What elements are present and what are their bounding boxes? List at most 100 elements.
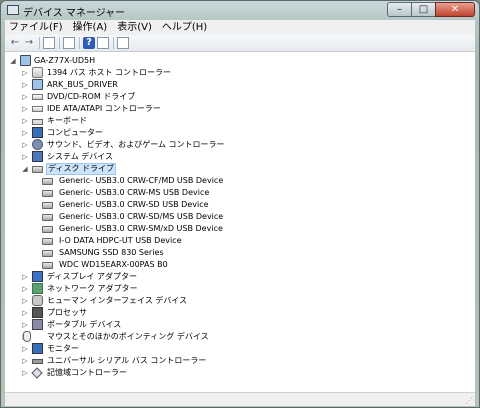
category-label: ヒューマン インターフェイス デバイス — [47, 296, 188, 305]
expand-arrow-icon[interactable]: ▷ — [21, 69, 29, 77]
device-label: WDC WD15EARX-00PAS B0 — [59, 260, 168, 269]
category-label: マウスとそのほかのポインティング デバイス — [47, 332, 209, 341]
expand-arrow-icon[interactable]: ▷ — [21, 273, 29, 281]
collapse-arrow-icon[interactable]: ◢ — [9, 57, 17, 65]
scan-hardware-changes-icon[interactable] — [117, 37, 129, 49]
category-label: プロセッサ — [47, 308, 87, 317]
category-label: サウンド、ビデオ、およびゲーム コントローラー — [47, 140, 225, 149]
computer-icon — [20, 55, 31, 66]
category-label: DVD/CD-ROM ドライブ — [47, 92, 136, 101]
usb-controller-icon — [32, 67, 43, 78]
expand-arrow-icon[interactable]: ▷ — [21, 141, 29, 149]
expand-arrow-icon[interactable]: ▷ — [21, 345, 29, 353]
help-icon[interactable]: ? — [83, 37, 95, 49]
expand-arrow-icon[interactable]: ▷ — [21, 117, 29, 125]
computer-icon — [32, 127, 43, 138]
menu-view[interactable]: 表示(V) — [113, 20, 156, 35]
toolbar: ← → ? — [5, 35, 475, 52]
toolbar-separator — [59, 37, 60, 49]
expand-arrow-icon[interactable]: ▷ — [21, 93, 29, 101]
display-adapter-icon — [32, 271, 43, 282]
expand-arrow-icon[interactable]: ▷ — [21, 129, 29, 137]
expand-arrow-icon[interactable]: ▷ — [21, 105, 29, 113]
network-adapter-icon — [32, 283, 43, 294]
usb-bus-icon — [32, 359, 43, 364]
toolbar-separator — [79, 37, 80, 49]
expand-arrow-icon[interactable]: ▷ — [21, 309, 29, 317]
device-label: Generic- USB3.0 CRW-SD USB Device — [59, 200, 209, 209]
category-label: キーボード — [47, 116, 87, 125]
back-arrow-icon[interactable]: ← — [9, 37, 21, 49]
category-label: モニター — [47, 344, 79, 353]
category-label: コンピューター — [47, 128, 103, 137]
device-label: SAMSUNG SSD 830 Series — [59, 248, 164, 257]
disk-drive-icon — [42, 238, 53, 245]
minimize-button[interactable]: – — [387, 2, 411, 17]
disk-drive-icon — [42, 250, 53, 257]
device-manager-window: デバイス マネージャー – □ ✕ ファイル(F) 操作(A) 表示(V) ヘル… — [0, 0, 480, 408]
ide-controller-icon — [32, 106, 43, 112]
category-label: IDE ATA/ATAPI コントローラー — [47, 104, 161, 113]
expand-arrow-icon[interactable]: ▷ — [21, 153, 29, 161]
disk-drive-icon — [42, 262, 53, 269]
device-label: I-O DATA HDPC-UT USB Device — [59, 236, 182, 245]
action-pane-icon[interactable] — [97, 37, 109, 49]
device-tree: ◢ GA-Z77X-UD5H ▷ 1394 バス ホスト コントローラー ▷ A… — [5, 52, 475, 392]
device-label: Generic- USB3.0 CRW-SM/xD USB Device — [59, 224, 223, 233]
category-label: ネットワーク アダプター — [47, 284, 138, 293]
expand-arrow-icon[interactable]: ▷ — [21, 369, 29, 377]
toolbar-separator — [113, 37, 114, 49]
dvd-drive-icon — [32, 94, 43, 100]
portable-device-icon — [32, 319, 43, 330]
computer-device-icon — [32, 79, 43, 90]
title-bar[interactable]: デバイス マネージャー – □ ✕ — [1, 1, 479, 21]
maximize-button[interactable]: □ — [411, 2, 435, 17]
category-label: ARK_BUS_DRIVER — [47, 80, 118, 89]
disk-drive-icon — [42, 190, 53, 197]
disk-drive-icon — [42, 226, 53, 233]
storage-controller-icon — [31, 367, 43, 379]
properties-icon[interactable] — [63, 37, 75, 49]
expand-arrow-icon[interactable]: ▷ — [21, 321, 29, 329]
menu-bar: ファイル(F) 操作(A) 表示(V) ヘルプ(H) — [5, 20, 475, 36]
tree-root-label: GA-Z77X-UD5H — [34, 56, 96, 65]
mouse-icon — [23, 331, 31, 342]
menu-action[interactable]: 操作(A) — [69, 20, 112, 35]
device-label: Generic- USB3.0 CRW-MS USB Device — [59, 188, 210, 197]
category-label: 記憶域コントローラー — [47, 368, 127, 377]
toolbar-separator — [39, 37, 40, 49]
show-hide-console-tree-icon[interactable] — [43, 37, 55, 49]
expand-arrow-icon[interactable]: ▷ — [21, 297, 29, 305]
disk-drive-icon — [32, 166, 43, 173]
system-devices-icon — [32, 151, 43, 162]
menu-file[interactable]: ファイル(F) — [5, 20, 67, 35]
keyboard-icon — [32, 119, 43, 125]
expand-arrow-icon[interactable]: ▷ — [21, 81, 29, 89]
monitor-icon — [32, 343, 43, 354]
collapse-arrow-icon[interactable]: ◢ — [21, 165, 29, 173]
menu-help[interactable]: ヘルプ(H) — [158, 20, 211, 35]
category-label: ディスプレイ アダプター — [47, 272, 137, 281]
disk-drive-icon — [42, 214, 53, 221]
forward-arrow-icon[interactable]: → — [23, 37, 35, 49]
disk-drive-icon — [42, 202, 53, 209]
category-label: ユニバーサル シリアル バス コントローラー — [47, 356, 207, 365]
category-label: 1394 バス ホスト コントローラー — [47, 68, 171, 77]
category-label: ポータブル デバイス — [47, 320, 122, 329]
hid-icon — [32, 295, 43, 306]
device-label: Generic- USB3.0 CRW-SD/MS USB Device — [59, 212, 224, 221]
expand-arrow-icon[interactable]: ▷ — [21, 357, 29, 365]
window-title: デバイス マネージャー — [23, 8, 126, 19]
sound-icon — [32, 139, 43, 150]
expand-arrow-icon[interactable]: ▷ — [21, 285, 29, 293]
status-bar: ⋰ — [5, 392, 475, 406]
disk-drive-icon — [42, 178, 53, 185]
processor-icon — [32, 307, 43, 318]
resize-grip-icon[interactable]: ⋰ — [465, 397, 473, 405]
device-manager-app-icon — [7, 5, 19, 15]
category-label: ディスク ドライブ — [46, 163, 116, 175]
category-label: システム デバイス — [47, 152, 114, 161]
close-button[interactable]: ✕ — [435, 2, 475, 17]
device-label: Generic- USB3.0 CRW-CF/MD USB Device — [59, 176, 224, 185]
caption-buttons: – □ ✕ — [387, 2, 475, 18]
